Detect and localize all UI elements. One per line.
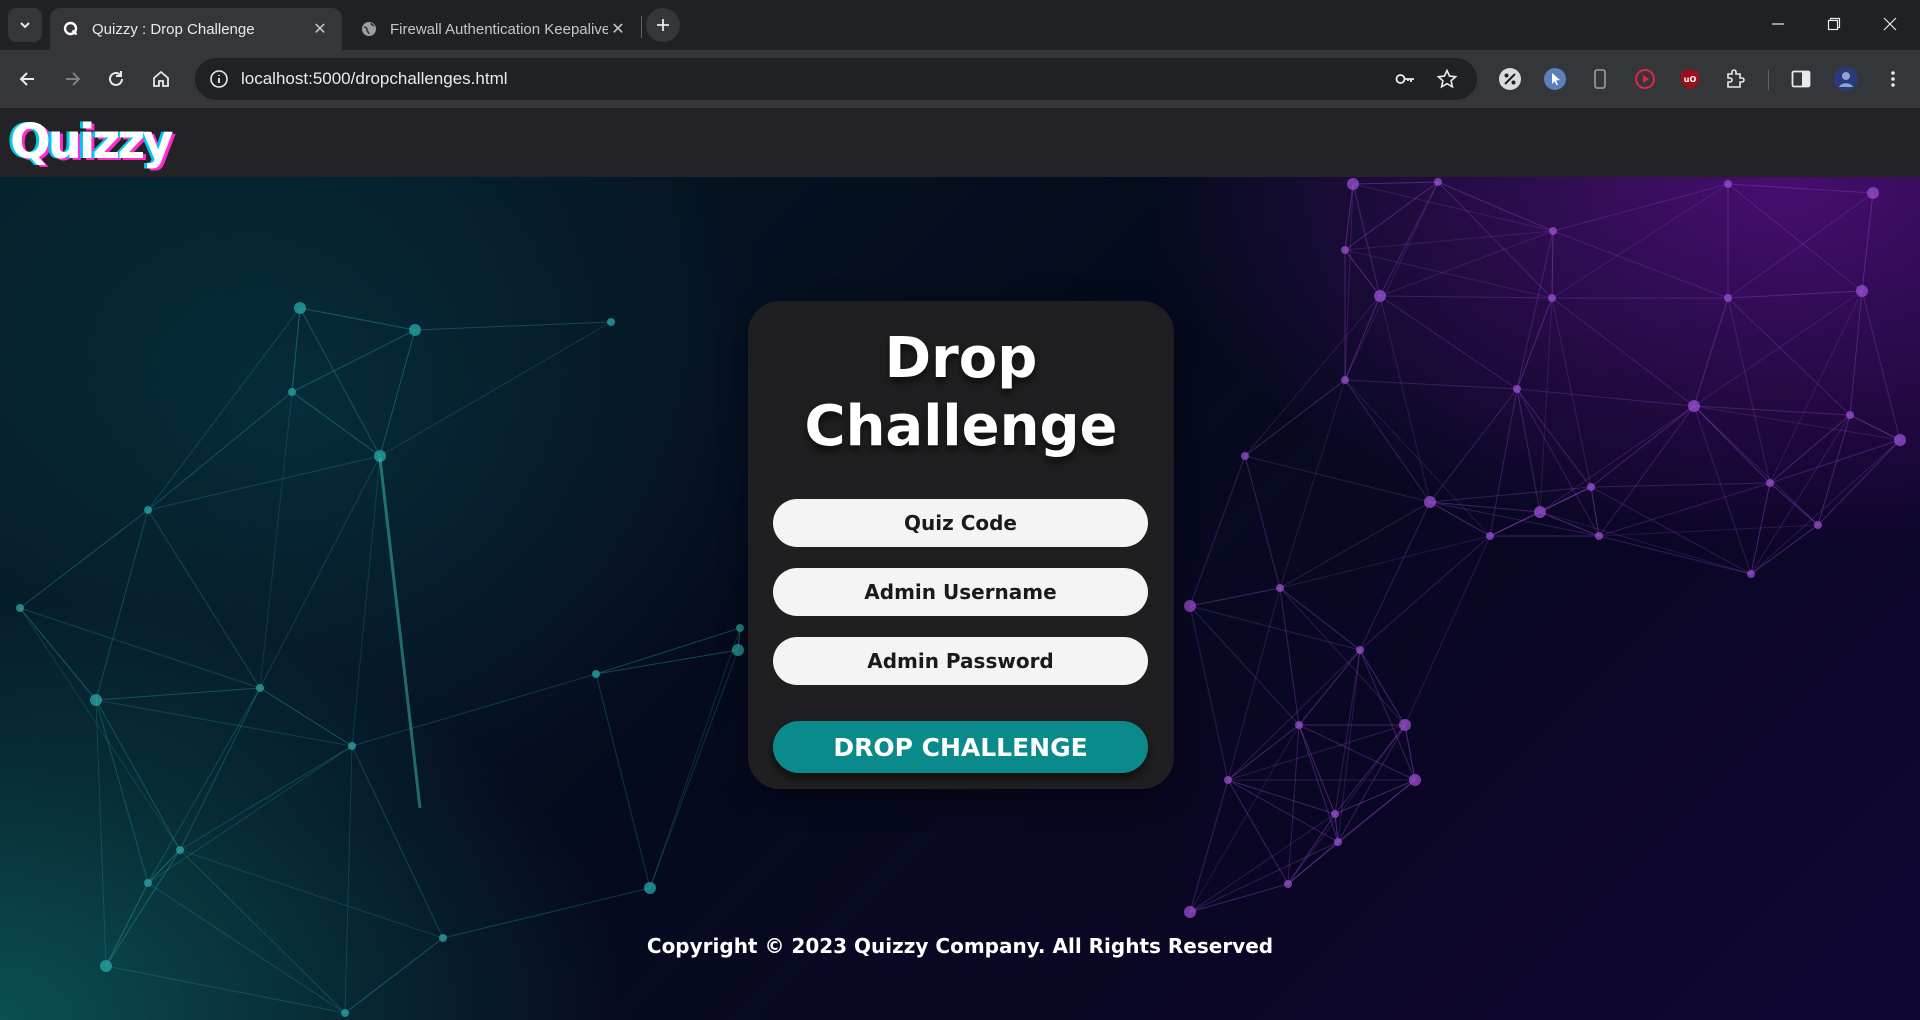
- profile-button[interactable]: [1832, 65, 1860, 93]
- tab-strip: Quizzy : Drop Challenge ✕ Firewall Authe…: [0, 0, 1920, 50]
- star-icon: [1436, 68, 1458, 89]
- record-extension[interactable]: [1631, 65, 1659, 93]
- cursor-extension-icon: [1544, 68, 1566, 90]
- minimize-button[interactable]: [1750, 0, 1806, 48]
- key-icon: [1395, 74, 1414, 84]
- quizzy-logo[interactable]: Quizzy: [10, 114, 174, 170]
- arrow-left-icon: [19, 72, 34, 86]
- close-icon[interactable]: ✕: [608, 19, 628, 39]
- q-logo-icon: [62, 20, 80, 38]
- drop-challenge-card: Drop Challenge DROP CHALLENGE: [748, 301, 1174, 789]
- puzzle-icon: [1727, 69, 1745, 88]
- address-bar[interactable]: localhost:5000/dropchallenges.html: [195, 58, 1477, 100]
- side-panel-icon: [1791, 70, 1811, 88]
- admin-username-input[interactable]: [773, 568, 1148, 616]
- more-vert-icon: [1891, 71, 1895, 87]
- url-text[interactable]: localhost:5000/dropchallenges.html: [241, 69, 508, 89]
- browser-toolbar: localhost:5000/dropchallenges.html uO: [0, 50, 1920, 108]
- record-extension-icon: [1635, 69, 1655, 89]
- copyright-footer: Copyright © 2023 Quizzy Company. All Rig…: [646, 934, 1274, 958]
- avatar-icon: [1834, 67, 1858, 91]
- back-button[interactable]: [10, 61, 46, 97]
- tab-search-button[interactable]: [8, 8, 42, 42]
- restore-icon: [1827, 17, 1841, 31]
- ublock-extension[interactable]: uO: [1676, 65, 1704, 93]
- tab-quizzy[interactable]: Quizzy : Drop Challenge ✕: [50, 8, 342, 50]
- admin-password-input[interactable]: [773, 637, 1148, 685]
- navbar: Quizzy: [0, 108, 1920, 177]
- extensions-button[interactable]: [1721, 65, 1749, 93]
- reload-button[interactable]: [98, 61, 134, 97]
- close-icon[interactable]: ✕: [310, 19, 330, 39]
- page-content: Quizzy Drop Challenge DROP CHALLENGE Cop…: [0, 108, 1920, 1020]
- svg-text:uO: uO: [1684, 75, 1697, 84]
- bookmark-button[interactable]: [1431, 63, 1463, 95]
- tab-firewall[interactable]: Firewall Authentication Keepalive ✕: [348, 8, 640, 50]
- quiz-code-input[interactable]: [773, 499, 1148, 547]
- site-info-button[interactable]: [203, 63, 235, 95]
- restore-button[interactable]: [1806, 0, 1862, 48]
- new-tab-button[interactable]: [646, 8, 680, 42]
- password-key-button[interactable]: [1389, 63, 1421, 95]
- reload-icon: [109, 71, 123, 86]
- tab-title: Firewall Authentication Keepalive: [390, 20, 608, 38]
- ublock-icon: uO: [1681, 69, 1699, 89]
- page-title: Drop Challenge: [804, 326, 1118, 459]
- forward-button[interactable]: [54, 61, 90, 97]
- side-panel-button[interactable]: [1787, 65, 1815, 93]
- home-icon: [153, 70, 169, 87]
- toolbar-divider: [1768, 70, 1769, 90]
- percent-extension[interactable]: [1496, 65, 1524, 93]
- device-icon: [1594, 69, 1606, 89]
- tab-title: Quizzy : Drop Challenge: [92, 20, 255, 38]
- percent-icon: [1499, 68, 1521, 90]
- cursor-extension[interactable]: [1541, 65, 1569, 93]
- minimize-icon: [1772, 23, 1784, 25]
- drop-challenge-button[interactable]: DROP CHALLENGE: [773, 721, 1148, 773]
- arrow-right-icon: [66, 72, 81, 86]
- menu-button[interactable]: [1879, 65, 1907, 93]
- plus-icon: [657, 19, 669, 31]
- tab-separator: [641, 16, 642, 38]
- home-button[interactable]: [143, 61, 179, 97]
- chevron-down-icon: [20, 22, 30, 29]
- info-icon: [210, 70, 228, 88]
- close-window-button[interactable]: [1862, 0, 1918, 48]
- close-icon: [1883, 17, 1897, 31]
- device-extension[interactable]: [1586, 65, 1614, 93]
- globe-icon: [360, 20, 378, 38]
